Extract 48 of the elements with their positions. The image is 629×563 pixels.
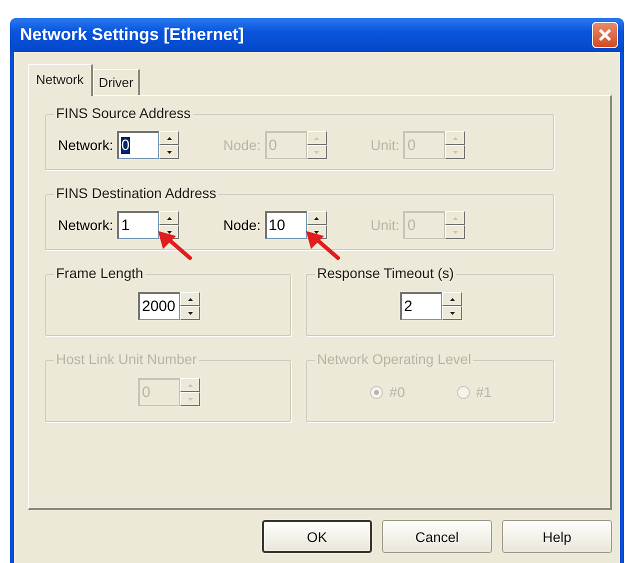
- caret-down-icon: [452, 150, 458, 154]
- caret-up-icon: [188, 298, 192, 300]
- dialog-button[interactable]: Help: [502, 520, 612, 553]
- field-label: Network:: [58, 137, 114, 153]
- caret-down-icon: [314, 230, 320, 234]
- field-label: Network:: [58, 217, 114, 233]
- dialog-button[interactable]: Cancel: [382, 520, 492, 553]
- spin-up-button[interactable]: [180, 292, 200, 306]
- caret-down-icon: [452, 230, 458, 234]
- close-icon: [598, 28, 612, 42]
- caret-up-icon: [314, 216, 320, 220]
- group-title: FINS Destination Address: [54, 185, 218, 201]
- number-field[interactable]: 10: [264, 211, 307, 239]
- pointer-arrow: [158, 231, 192, 260]
- tab[interactable]: Network: [28, 64, 93, 96]
- number-field[interactable]: 1: [117, 211, 160, 239]
- caret-down-icon: [166, 230, 172, 234]
- number-field[interactable]: 0: [117, 131, 160, 159]
- dialog-button[interactable]: OK: [262, 520, 372, 553]
- spin-down-button[interactable]: [180, 306, 200, 320]
- caret-up-icon: [452, 136, 458, 140]
- number-field[interactable]: 2: [400, 292, 442, 320]
- tab[interactable]: Driver: [92, 69, 140, 95]
- spin-up-button[interactable]: [306, 211, 327, 225]
- caret-up-icon: [188, 384, 192, 386]
- spin-down-button[interactable]: [442, 306, 462, 320]
- number-field[interactable]: 2000: [138, 292, 180, 320]
- group-title: Response Timeout (s): [315, 265, 456, 281]
- spin-up-button[interactable]: [159, 211, 180, 225]
- caret-down-icon: [188, 312, 192, 314]
- spin-up-button[interactable]: [159, 131, 180, 145]
- close-button[interactable]: [592, 22, 618, 48]
- spin-up-button[interactable]: [442, 292, 462, 306]
- group-title: FINS Source Address: [54, 105, 193, 121]
- caret-down-icon: [166, 150, 172, 154]
- caret-up-icon: [166, 136, 172, 140]
- field-label: Node:: [223, 217, 261, 233]
- caret-up-icon: [314, 136, 320, 140]
- pointer-arrow: [306, 231, 340, 260]
- caret-down-icon: [188, 398, 192, 400]
- group-title: Frame Length: [54, 265, 146, 281]
- caret-down-icon: [450, 312, 454, 314]
- caret-up-icon: [166, 216, 172, 220]
- window-title: Network Settings [Ethernet]: [20, 25, 244, 45]
- spin-down-button[interactable]: [159, 145, 180, 159]
- caret-down-icon: [314, 150, 320, 154]
- caret-up-icon: [450, 298, 454, 300]
- caret-up-icon: [452, 216, 458, 220]
